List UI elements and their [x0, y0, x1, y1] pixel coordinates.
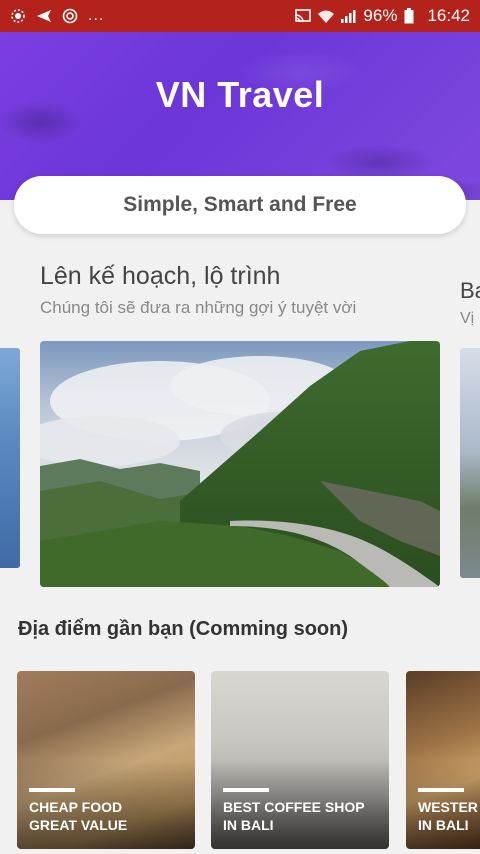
card-accent-bar	[29, 788, 75, 792]
slide-title: Lên kế hoạch, lộ trình	[40, 262, 281, 290]
slide-photo[interactable]	[40, 341, 440, 587]
slide-subtitle: Chúng tôi sẽ đưa ra những gợi ý tuyệt vờ…	[40, 298, 357, 317]
card-label: WESTER IN BALI	[418, 799, 478, 833]
next-slide-subtitle: Vị	[460, 310, 475, 327]
settings-icon	[10, 8, 26, 24]
nearby-card-coffee-shop[interactable]: BEST COFFEE SHOP IN BALI	[211, 671, 389, 849]
send-icon	[36, 8, 52, 24]
clock: 16:42	[427, 6, 470, 25]
app-title: VN Travel	[155, 74, 325, 115]
app-header: VN Travel	[0, 32, 480, 200]
mountain-road-image	[40, 341, 440, 587]
target-icon	[62, 8, 78, 24]
cast-icon	[294, 8, 312, 24]
battery-icon	[404, 8, 420, 24]
status-more: ...	[88, 7, 105, 24]
next-slide-title: Ba	[460, 278, 480, 303]
nearby-card-list[interactable]: CHEAP FOOD GREAT VALUE BEST COFFEE SHOP …	[0, 671, 480, 854]
nearby-card-western[interactable]: WESTER IN BALI	[406, 671, 480, 849]
status-right: 96% 16:42	[294, 6, 470, 26]
nearby-section-title: Địa điểm gần bạn (Comming soon)	[18, 618, 349, 640]
tagline-pill: Simple, Smart and Free	[14, 176, 466, 234]
battery-percent: 96%	[363, 6, 398, 25]
card-label: BEST COFFEE SHOP IN BALI	[223, 799, 365, 833]
card-label: CHEAP FOOD GREAT VALUE	[29, 799, 128, 833]
signal-icon	[340, 8, 356, 24]
wifi-icon	[317, 8, 335, 24]
nearby-card-cheap-food[interactable]: CHEAP FOOD GREAT VALUE	[17, 671, 195, 849]
card-accent-bar	[418, 788, 464, 792]
next-slide-photo[interactable]	[460, 348, 480, 578]
status-left: ...	[10, 7, 104, 25]
previous-slide-photo[interactable]	[0, 348, 20, 568]
feature-carousel[interactable]: Lên kế hoạch, lộ trình Chúng tôi sẽ đưa …	[0, 250, 480, 595]
status-bar: ... 96% 16:42	[0, 0, 480, 32]
card-accent-bar	[223, 788, 269, 792]
